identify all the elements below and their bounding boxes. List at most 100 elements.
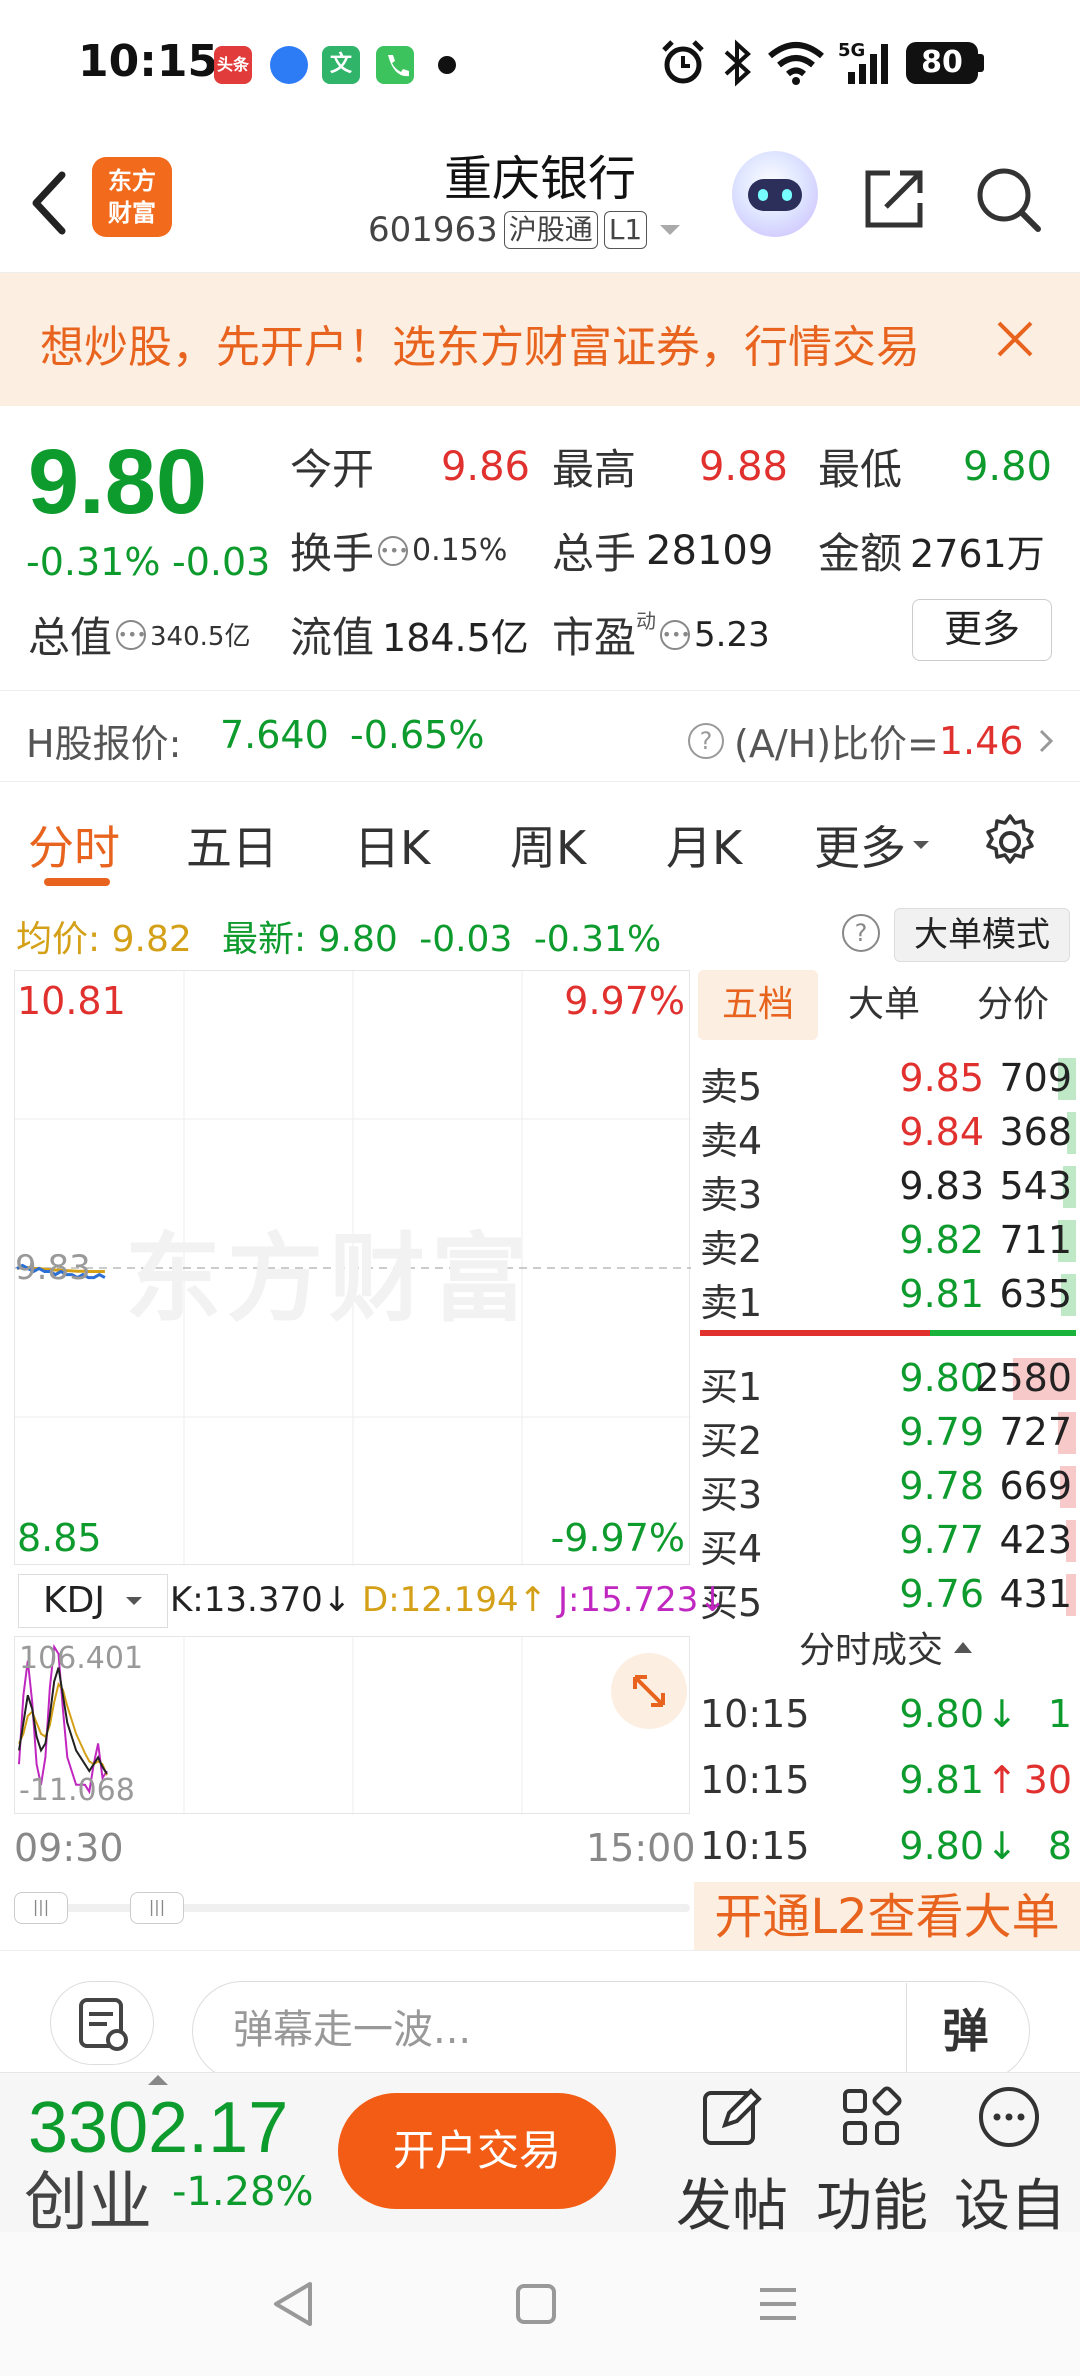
help-icon[interactable]: ? — [688, 722, 724, 759]
level-price: 9.84 — [899, 1110, 984, 1154]
alarm-icon — [662, 40, 704, 84]
level-volume: 543 — [999, 1164, 1072, 1208]
sell-level-1: 卖1 9.81 635 — [694, 1268, 1080, 1325]
expand-icon[interactable] — [611, 1653, 687, 1729]
market-cap-value: 340.5亿 — [150, 622, 251, 652]
tab-intraday[interactable]: 分时 — [28, 812, 120, 878]
post-button[interactable]: 发帖 — [676, 2083, 788, 2242]
market-tag: 沪股通 — [503, 211, 598, 249]
status-bar: 10:15 头条 文 5G 80 — [0, 0, 1080, 125]
avg-price-value: 9.82 — [111, 919, 192, 960]
nav-back-icon[interactable] — [266, 2276, 322, 2332]
low-value: 9.80 — [962, 443, 1052, 490]
phone-icon — [376, 46, 414, 84]
pe-value: 5.23 — [694, 614, 770, 655]
danmaku-send-button[interactable]: 弹 — [906, 1983, 1024, 2079]
kdj-k-line — [18, 1667, 108, 1775]
status-time: 10:15 — [78, 36, 219, 87]
nav-menu-icon[interactable] — [750, 2276, 806, 2332]
tab-price-distribution[interactable]: 分价 — [950, 970, 1076, 1040]
ah-ratio-label: (A/H)比价= — [734, 722, 939, 766]
caret-down-icon — [913, 841, 929, 849]
more-quote-button[interactable]: 更多 — [912, 599, 1052, 661]
price-change-percent: -0.31% — [26, 540, 161, 584]
stock-code-row[interactable]: 601963 沪股通 L1 — [368, 210, 685, 250]
ticks-header[interactable]: 分时成交 — [694, 1620, 1080, 1674]
close-icon[interactable] — [985, 309, 1045, 369]
level-volume: 709 — [999, 1056, 1072, 1100]
app-header: 东方 财富 重庆银行 601963 沪股通 L1 — [0, 125, 1080, 273]
search-icon[interactable] — [970, 161, 1046, 237]
help-icon[interactable]: ? — [842, 914, 880, 952]
volume-field: 总手 28109 — [552, 520, 773, 581]
float-cap-label: 流值 — [290, 613, 375, 662]
big-order-mode-button[interactable]: 大单模式 — [894, 908, 1070, 962]
pe-dynamic-sup: 动 — [636, 609, 657, 633]
level-price: 9.78 — [899, 1464, 984, 1508]
h-share-row[interactable]: H股报价: 7.640 -0.65% ? (A/H)比价= 1.46 — [0, 690, 1080, 782]
grid-icon — [843, 2086, 902, 2145]
x-axis-start: 09:30 — [14, 1826, 124, 1870]
latest-price: 最新: 9.80 -0.03 -0.31% — [222, 910, 661, 962]
ai-assistant-avatar[interactable] — [732, 151, 818, 237]
tick-price: 9.81 — [899, 1758, 984, 1802]
level-label: 买3 — [700, 1473, 763, 1517]
kdj-chart[interactable]: 106.401 -11.068 — [14, 1636, 690, 1815]
tab-five-day[interactable]: 五日 — [186, 812, 278, 878]
high-label: 最高 — [552, 445, 637, 494]
ah-ratio-value: 1.46 — [938, 718, 1024, 763]
nav-home-icon[interactable] — [508, 2276, 564, 2332]
tick-price: 9.80 — [899, 1692, 984, 1736]
tab-more[interactable]: 更多 — [814, 812, 932, 878]
notification-dot-icon — [438, 56, 456, 74]
level-label: 卖5 — [700, 1065, 763, 1109]
tab-big-orders[interactable]: 大单 — [824, 970, 944, 1040]
function-button[interactable]: 功能 — [816, 2083, 928, 2242]
level-volume: 711 — [999, 1218, 1072, 1262]
low-field: 最低 9.80 — [818, 436, 1052, 497]
tab-daily-k[interactable]: 日K — [354, 812, 430, 878]
info-icon[interactable]: ••• — [116, 619, 146, 650]
l2-upgrade-banner[interactable]: 开通L2查看大单 — [694, 1882, 1080, 1952]
gear-icon[interactable] — [980, 812, 1040, 872]
level-label: 买1 — [700, 1365, 763, 1409]
tab-five-levels[interactable]: 五档 — [698, 970, 818, 1040]
buy-level-3: 买3 9.78 669 — [694, 1460, 1080, 1517]
level-label: 买2 — [700, 1419, 763, 1463]
tick-time: 10:15 — [700, 1824, 810, 1868]
level-price: 9.82 — [899, 1218, 984, 1262]
current-price: 9.80 — [28, 431, 208, 533]
info-icon[interactable]: ••• — [378, 535, 408, 566]
system-nav-bar — [0, 2232, 1080, 2376]
level-price: 9.81 — [899, 1272, 984, 1316]
signal-5g-icon: 5G — [838, 40, 888, 84]
slider-handle-right[interactable]: ||| — [130, 1892, 184, 1924]
tick-volume: 30 — [1023, 1758, 1072, 1802]
level-price: 9.85 — [899, 1056, 984, 1100]
slider-handle-left[interactable]: ||| — [14, 1892, 68, 1924]
tick-time: 10:15 — [700, 1758, 810, 1802]
open-account-banner[interactable]: 想炒股，先开户！选东方财富证券，行情交易 — [0, 273, 1080, 406]
tick-row: 10:15 9.80 ↓ 8 — [694, 1818, 1080, 1878]
pct-axis-min: -9.97% — [550, 1516, 685, 1560]
volume-value: 28109 — [646, 527, 774, 574]
danmaku-input[interactable]: 弹幕走一波... — [192, 1981, 1030, 2081]
tick-volume: 8 — [1047, 1824, 1072, 1868]
share-icon[interactable] — [856, 161, 932, 237]
index-name[interactable]: 创业 — [24, 2151, 152, 2243]
buy-level-2: 买2 9.79 727 — [694, 1406, 1080, 1463]
tab-weekly-k[interactable]: 周K — [510, 812, 586, 878]
time-range-slider[interactable]: ||| ||| — [14, 1892, 690, 1924]
info-icon[interactable]: ••• — [660, 619, 690, 650]
open-field: 今开 9.86 — [290, 436, 530, 497]
danmaku-settings-icon[interactable] — [50, 1981, 154, 2065]
intraday-summary-row: 均价: 9.82 最新: 9.80 -0.03 -0.31% ? 大单模式 — [0, 900, 1080, 968]
open-account-trade-button[interactable]: 开户交易 — [338, 2093, 616, 2209]
indicator-select[interactable]: KDJ — [18, 1574, 168, 1628]
level-price: 9.83 — [899, 1164, 984, 1208]
caret-up-icon — [954, 1642, 972, 1653]
custom-button[interactable]: 设自 — [954, 2083, 1066, 2242]
ah-ratio[interactable]: ? (A/H)比价= 1.46 — [688, 713, 1061, 768]
intraday-chart[interactable]: 东方财富 10.81 9.83 8.85 9.97% -9.97% — [14, 970, 691, 1566]
tab-monthly-k[interactable]: 月K — [666, 812, 742, 878]
